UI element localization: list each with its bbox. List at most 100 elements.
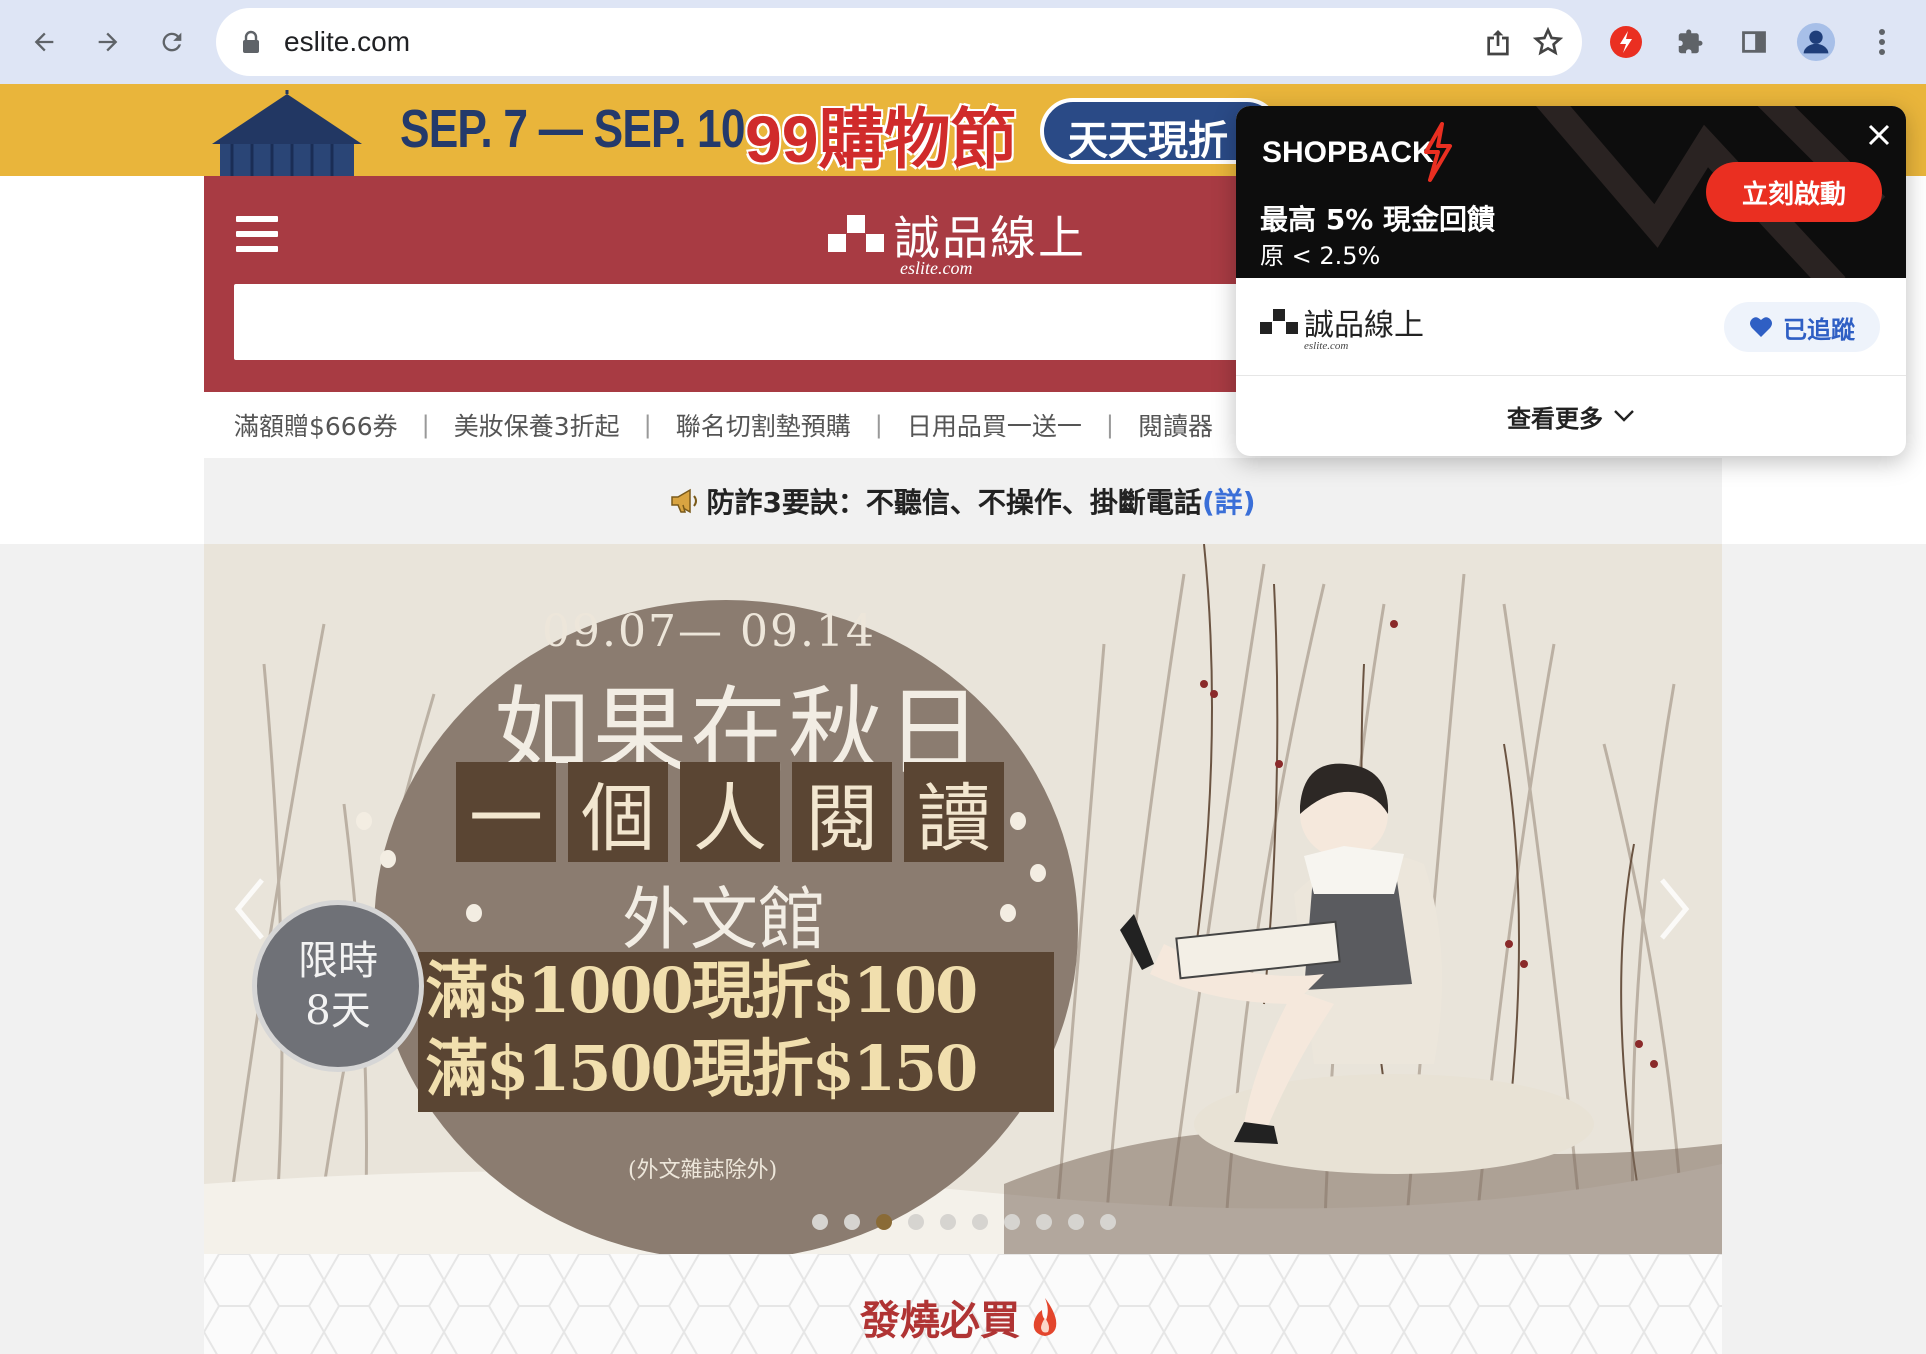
side-panel-button[interactable]	[1734, 22, 1774, 62]
side-panel-icon	[1742, 31, 1766, 53]
quicklink-separator: |	[421, 411, 430, 439]
cashback-original-rate: 原 < 2.5%	[1260, 242, 1381, 270]
reload-icon	[162, 32, 182, 52]
following-button[interactable]: 已追蹤	[1724, 302, 1880, 352]
promo-dates: SEP. 7 — SEP. 10	[400, 99, 745, 159]
hero-boxed-title: 一 個 人 閱 讀	[456, 762, 1016, 862]
badge-line-2: 8天	[305, 988, 371, 1034]
pager-dot[interactable]	[1004, 1214, 1020, 1230]
quicklink-item[interactable]: 聯名切割墊預購	[676, 407, 851, 443]
back-button[interactable]	[24, 22, 64, 62]
reading-girl-illustration	[1120, 763, 1594, 1174]
quicklink-separator: |	[643, 411, 652, 439]
extensions-button[interactable]	[1670, 22, 1710, 62]
notice-details-link[interactable]: (詳)	[1202, 481, 1256, 521]
close-icon[interactable]	[1864, 120, 1894, 150]
quicklink-item[interactable]: 閱讀器	[1138, 407, 1213, 443]
shopback-bolt-icon	[1610, 26, 1642, 58]
promo-pill-text: 天天現折	[1068, 119, 1228, 163]
shopback-logo-bolt-icon	[1424, 122, 1452, 182]
quicklink-item[interactable]: 美妝保養3折起	[454, 407, 620, 443]
hero-boxed-char: 讀	[904, 762, 1004, 862]
pager-dot[interactable]	[908, 1214, 924, 1230]
hero-boxed-char: 閱	[792, 762, 892, 862]
circus-tent-icon	[212, 90, 362, 176]
hero-boxed-char: 個	[568, 762, 668, 862]
flame-icon	[1033, 1298, 1057, 1336]
see-more-label: 查看更多	[1507, 404, 1603, 433]
shopback-extension-icon[interactable]	[1606, 22, 1646, 62]
puzzle-icon	[1678, 29, 1703, 54]
heart-icon	[1750, 317, 1772, 337]
profile-avatar[interactable]	[1796, 22, 1836, 62]
promo-festival: 99購物節	[745, 102, 1017, 176]
shopback-header: SHOPBACK 立刻啟動 最高 5% 現金回饋 原 < 2.5%	[1236, 106, 1906, 278]
hero-deal-2: 滿$1500現折$150	[426, 1032, 978, 1105]
see-more-button[interactable]: 查看更多	[1236, 376, 1906, 456]
forward-button[interactable]	[88, 22, 128, 62]
browser-toolbar: eslite.com	[0, 0, 1926, 84]
hero-boxed-char: 一	[456, 762, 556, 862]
pager-dot[interactable]	[1068, 1214, 1084, 1230]
hero-date-range: 09.07— 09.14	[542, 606, 876, 657]
carousel-next-icon[interactable]	[1654, 874, 1694, 944]
menu-button[interactable]	[236, 216, 278, 252]
lock-icon	[243, 30, 259, 53]
reload-button[interactable]	[152, 22, 192, 62]
pager-dot[interactable]	[1036, 1214, 1052, 1230]
hot-picks-title-text: 發燒必買	[860, 1297, 1020, 1344]
quicklink-item[interactable]: 日用品買一送一	[907, 407, 1082, 443]
carousel-prev-icon[interactable]	[230, 874, 270, 944]
pager-dot[interactable]	[1100, 1214, 1116, 1230]
arrow-right-icon	[98, 32, 118, 52]
merchant-row: 誠品線上 eslite.com 已追蹤	[1236, 278, 1906, 376]
share-icon[interactable]	[1482, 26, 1514, 58]
logo-subtext: eslite.com	[900, 258, 973, 278]
avatar-icon	[1796, 22, 1836, 62]
decor-dot	[380, 850, 396, 868]
chevron-down-icon	[1614, 410, 1634, 422]
pager-dot[interactable]	[844, 1214, 860, 1230]
limited-time-badge: 限時 8天	[252, 900, 424, 1072]
hero-note: (外文雜誌除外)	[628, 1158, 778, 1183]
badge-line-1: 限時	[298, 938, 378, 984]
following-label: 已追蹤	[1783, 315, 1855, 344]
shopback-brand: SHOPBACK	[1262, 136, 1434, 169]
arrow-left-icon	[34, 32, 54, 52]
hero-deal-1: 滿$1000現折$100	[426, 954, 978, 1027]
address-bar[interactable]: eslite.com	[216, 8, 1582, 76]
hero-carousel[interactable]: 09.07— 09.14 如果在秋日 一 個 人 閱 讀 外文館 滿$1000現…	[204, 544, 1722, 1254]
bookmark-star-icon[interactable]	[1532, 26, 1564, 58]
carousel-pager	[812, 1214, 1132, 1230]
url-text[interactable]: eslite.com	[284, 26, 410, 58]
eslite-logo-icon	[1260, 309, 1298, 335]
anti-fraud-notice: 防詐3要訣：不聽信、不操作、掛斷電話 (詳)	[204, 458, 1722, 544]
merchant-name: 誠品線上	[1304, 308, 1424, 343]
quicklink-separator: |	[874, 411, 883, 439]
pager-dot[interactable]	[940, 1214, 956, 1230]
pager-dot-active[interactable]	[876, 1214, 892, 1230]
hero-subtitle: 外文館	[622, 881, 827, 960]
hero-deals: 滿$1000現折$100 滿$1500現折$150	[418, 952, 1054, 1112]
kebab-menu-icon	[1879, 29, 1885, 55]
merchant-subtext: eslite.com	[1304, 340, 1349, 352]
quicklink-item[interactable]: 滿額贈$666券	[234, 407, 398, 443]
hot-picks-title: 發燒必買	[860, 1288, 1062, 1346]
pager-dot[interactable]	[972, 1214, 988, 1230]
shopback-popup: SHOPBACK 立刻啟動 最高 5% 現金回饋 原 < 2.5% 誠品線上 e…	[1236, 106, 1906, 456]
merchant-logo: 誠品線上	[1260, 300, 1424, 344]
megaphone-icon	[671, 488, 698, 514]
notice-text: 防詐3要訣：不聽信、不操作、掛斷電話	[706, 486, 1202, 519]
decor-dot	[1010, 812, 1026, 830]
hero-boxed-char: 人	[680, 762, 780, 862]
pager-dot[interactable]	[812, 1214, 828, 1230]
hot-picks-section: 發燒必買	[204, 1254, 1722, 1354]
decor-dot	[466, 904, 482, 922]
decor-dot	[356, 812, 372, 830]
quicklink-separator: |	[1105, 411, 1114, 439]
decor-dot	[1030, 864, 1046, 882]
activate-cashback-button[interactable]: 立刻啟動	[1706, 162, 1882, 222]
chrome-menu-button[interactable]	[1862, 22, 1902, 62]
cashback-rate: 最高 5% 現金回饋	[1260, 203, 1496, 236]
eslite-logo-icon	[828, 215, 884, 255]
